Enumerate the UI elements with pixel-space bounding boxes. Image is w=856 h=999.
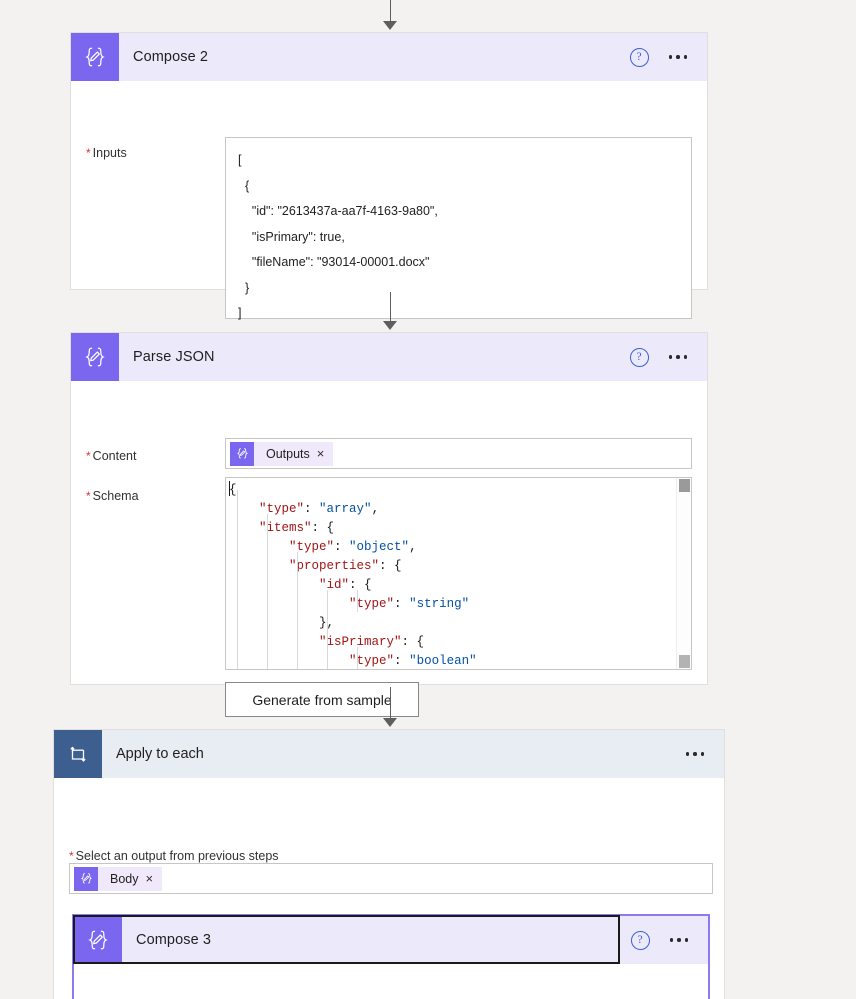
parse-json-header[interactable]: Parse JSON ?	[71, 333, 707, 381]
connector-parsejson-to-applytoeach	[375, 687, 405, 727]
connector-arrowhead	[383, 718, 397, 727]
connector-compose2-to-parsejson	[375, 292, 405, 330]
parse-json-content-label: * Content	[86, 449, 137, 463]
compose-3-header[interactable]: Compose 3 ?	[74, 916, 708, 964]
parse-json-schema-label: * Schema	[86, 489, 139, 503]
scrollbar-thumb-top[interactable]	[679, 479, 690, 492]
parse-json-schema-editor[interactable]: { "type": "array", "items": { "type": "o…	[225, 477, 692, 670]
dynamic-content-chip-body[interactable]: Body ×	[74, 866, 163, 891]
schema-vertical-scrollbar[interactable]	[676, 478, 691, 669]
connector-arrowhead	[383, 21, 397, 30]
compose-3-title: Compose 3	[136, 932, 212, 948]
compose-2-header[interactable]: Compose 2 ?	[71, 33, 707, 81]
compose-braces-icon	[74, 916, 122, 964]
parse-json-title: Parse JSON	[133, 349, 215, 365]
json-line: {	[238, 178, 250, 193]
json-line: }	[238, 280, 250, 295]
compose-2-inputs-value[interactable]: [ { "id": "2613437a-aa7f-4163-9a80", "is…	[225, 137, 692, 320]
action-card-parse-json[interactable]: Parse JSON ? * Content Outputs × * Schem…	[70, 332, 708, 717]
apply-to-each-title: Apply to each	[116, 746, 204, 762]
apply-to-each-header[interactable]: Apply to each	[54, 730, 724, 778]
json-line: "fileName": "93014-00001.docx"	[238, 255, 430, 269]
json-line: "isPrimary": true,	[238, 229, 345, 244]
compose-braces-icon	[71, 33, 119, 81]
required-asterisk: *	[69, 849, 74, 863]
compose-2-header-actions: ?	[629, 47, 708, 67]
chip-label: Body	[110, 871, 139, 886]
help-circle-icon[interactable]: ?	[629, 47, 649, 67]
indent-guide	[327, 590, 328, 669]
schema-code-lines: { "type": "array", "items": { "type": "o…	[226, 478, 677, 669]
apply-to-each-header-actions	[684, 746, 725, 762]
code-line: "items": {	[259, 521, 335, 535]
connector-to-compose2	[375, 0, 405, 30]
compose-3-header-actions: ?	[630, 930, 709, 950]
action-card-compose-2[interactable]: Compose 2 ? * Inputs [ { "id": "2613437a-…	[70, 32, 708, 320]
connector-arrowhead	[383, 321, 397, 330]
json-line: [	[238, 153, 242, 167]
indent-guide	[357, 590, 358, 612]
required-asterisk: *	[86, 449, 91, 463]
compose-2-title: Compose 2	[133, 49, 209, 65]
indent-guide	[267, 514, 268, 669]
indent-guide	[237, 490, 238, 669]
more-actions-icon[interactable]	[667, 349, 690, 365]
select-output-label: * Select an output from previous steps	[69, 849, 279, 863]
compose-2-inputs-json: [ { "id": "2613437a-aa7f-4163-9a80", "is…	[238, 148, 679, 327]
remove-token-icon[interactable]: ×	[146, 872, 163, 885]
more-actions-icon[interactable]	[668, 932, 691, 948]
action-card-compose-3[interactable]: Compose 3 ? *Inputs	[72, 914, 710, 999]
compose-braces-icon	[71, 333, 119, 381]
text-caret	[229, 481, 230, 496]
code-line: {	[229, 483, 237, 497]
connector-line	[389, 687, 391, 719]
help-circle-icon[interactable]: ?	[629, 347, 649, 367]
parse-json-content-field[interactable]: Outputs ×	[225, 438, 692, 469]
required-asterisk: *	[86, 489, 91, 503]
chip-label: Outputs	[266, 446, 310, 461]
scope-card-apply-to-each[interactable]: Apply to each * Select an output from pre…	[53, 729, 725, 999]
loop-repeat-icon	[54, 730, 102, 778]
remove-token-icon[interactable]: ×	[317, 447, 334, 460]
select-output-field[interactable]: Body ×	[69, 863, 713, 894]
more-actions-icon[interactable]	[684, 746, 707, 762]
schema-code-area[interactable]: { "type": "array", "items": { "type": "o…	[226, 478, 677, 669]
indent-guide	[357, 647, 358, 669]
connector-line	[389, 0, 391, 22]
help-circle-icon[interactable]: ?	[630, 930, 650, 950]
dynamic-content-token-icon	[230, 441, 254, 466]
required-asterisk: *	[86, 146, 91, 160]
connector-line	[389, 292, 391, 322]
dynamic-content-token-icon	[74, 866, 98, 891]
dynamic-content-chip-outputs[interactable]: Outputs ×	[230, 441, 334, 466]
flow-designer-canvas: Compose 2 ? * Inputs [ { "id": "2613437a-…	[0, 0, 856, 999]
compose-2-inputs-label: * Inputs	[86, 146, 127, 160]
indent-guide	[297, 552, 298, 669]
json-line: ]	[238, 306, 242, 320]
json-line: "id": "2613437a-aa7f-4163-9a80",	[238, 204, 438, 218]
more-actions-icon[interactable]	[667, 49, 690, 65]
parse-json-header-actions: ?	[629, 347, 708, 367]
code-line: "type": "array",	[259, 502, 380, 516]
scrollbar-thumb-bottom[interactable]	[679, 655, 690, 668]
